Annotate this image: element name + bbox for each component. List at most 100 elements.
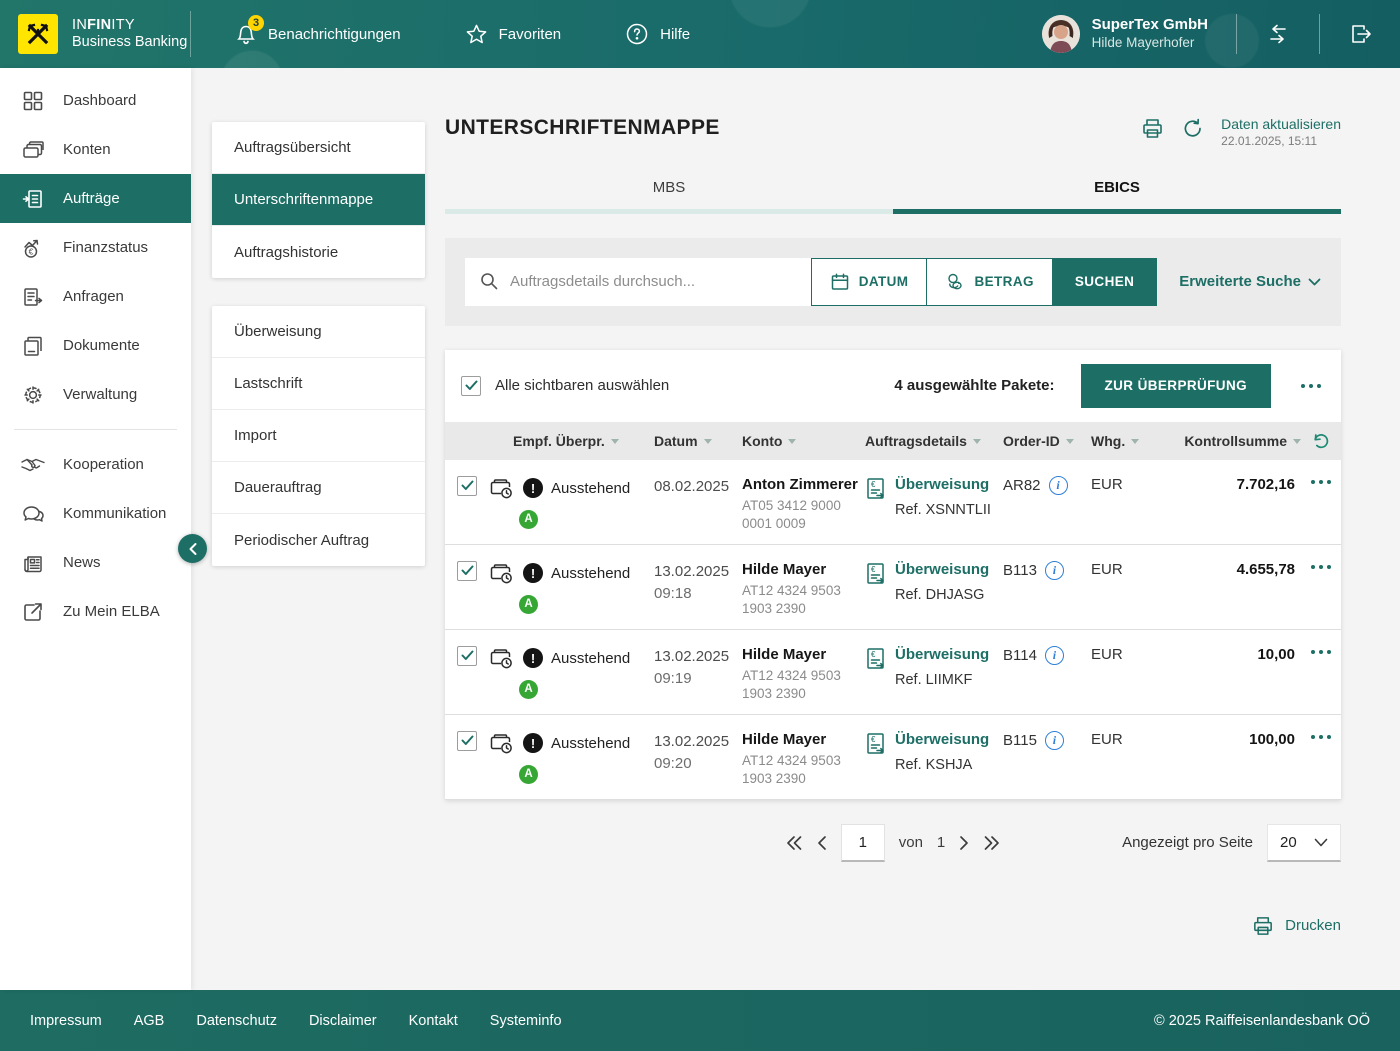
- sidebar-item-zu-mein-elba[interactable]: Zu Mein ELBA: [0, 587, 191, 636]
- control-sum: 7.702,16: [1173, 460, 1301, 493]
- print-icon: [1251, 914, 1275, 938]
- switch-user-button[interactable]: [1265, 22, 1291, 46]
- prev-page-button[interactable]: [817, 835, 827, 851]
- page-number-input[interactable]: [841, 824, 885, 862]
- betrag-filter-button[interactable]: BETRAG: [926, 258, 1052, 306]
- sort-caret-icon[interactable]: [973, 439, 981, 444]
- sidebar-item-verwaltung[interactable]: Verwaltung: [0, 370, 191, 419]
- per-page-value: 20: [1280, 834, 1297, 851]
- sort-caret-icon[interactable]: [1066, 439, 1074, 444]
- sort-caret-icon[interactable]: [1131, 439, 1139, 444]
- submenu-item-periodischer-auftrag[interactable]: Periodischer Auftrag: [212, 514, 425, 566]
- help-button[interactable]: Hilfe: [625, 22, 690, 46]
- print-link[interactable]: Drucken: [445, 914, 1341, 938]
- info-icon[interactable]: i: [1045, 731, 1064, 750]
- submenu-item-unterschriftenmappe[interactable]: Unterschriftenmappe: [212, 174, 425, 226]
- submenu-item-auftragshistorie[interactable]: Auftragshistorie: [212, 226, 425, 278]
- row-actions-button[interactable]: [1307, 646, 1335, 658]
- first-page-button[interactable]: [785, 835, 803, 851]
- row-actions-button[interactable]: [1307, 731, 1335, 743]
- per-page-select[interactable]: 20: [1267, 824, 1341, 862]
- zur-ueberpruefung-button[interactable]: ZUR ÜBERPRÜFUNG: [1081, 364, 1272, 408]
- column-header-konto[interactable]: Konto: [742, 433, 782, 449]
- order-type-link[interactable]: Überweisung: [895, 561, 989, 578]
- star-icon: [465, 23, 488, 45]
- account-iban: AT12 4324 9503 1903 2390: [742, 582, 854, 618]
- table-row[interactable]: ! Ausstehend A 13.02.202509:18 Hilde May…: [445, 545, 1341, 630]
- sidebar-item-news[interactable]: News: [0, 538, 191, 587]
- sort-caret-icon[interactable]: [704, 439, 712, 444]
- order-type-link[interactable]: Überweisung: [895, 476, 991, 493]
- tab-mbs[interactable]: MBS: [445, 179, 893, 214]
- column-header-datum[interactable]: Datum: [654, 433, 698, 449]
- info-icon[interactable]: i: [1049, 476, 1068, 495]
- order-type-link[interactable]: Überweisung: [895, 731, 989, 748]
- column-header-kontrollsumme[interactable]: Kontrollsumme: [1184, 433, 1287, 449]
- footer-link-datenschutz[interactable]: Datenschutz: [196, 1013, 277, 1029]
- avatar[interactable]: [1042, 15, 1080, 53]
- order-type-link[interactable]: Überweisung: [895, 646, 989, 663]
- chevron-down-icon: [1308, 278, 1321, 286]
- submenu-item-lastschrift[interactable]: Lastschrift: [212, 358, 425, 410]
- last-page-button[interactable]: [983, 835, 1001, 851]
- submenu-item-dauerauftrag[interactable]: Dauerauftrag: [212, 462, 425, 514]
- sidebar-item-auftraege[interactable]: Aufträge: [0, 174, 191, 223]
- footer-link-impressum[interactable]: Impressum: [30, 1013, 102, 1029]
- advanced-search-link[interactable]: Erweiterte Suche: [1179, 273, 1321, 290]
- row-checkbox[interactable]: [457, 646, 477, 666]
- info-icon[interactable]: i: [1045, 646, 1064, 665]
- submenu-item-auftragsuebersicht[interactable]: Auftragsübersicht: [212, 122, 425, 174]
- row-checkbox[interactable]: [457, 561, 477, 581]
- column-header-empf-ueberpr[interactable]: Empf. Überpr.: [513, 433, 605, 449]
- favorites-button[interactable]: Favoriten: [465, 23, 562, 45]
- footer-link-systeminfo[interactable]: Systeminfo: [490, 1013, 562, 1029]
- footer-link-agb[interactable]: AGB: [134, 1013, 165, 1029]
- column-header-whg[interactable]: Whg.: [1091, 433, 1125, 449]
- sidebar-item-dokumente[interactable]: Dokumente: [0, 321, 191, 370]
- row-actions-button[interactable]: [1307, 476, 1335, 488]
- select-all-checkbox[interactable]: [461, 376, 481, 396]
- submenu-item-import[interactable]: Import: [212, 410, 425, 462]
- sidebar-item-kommunikation[interactable]: Kommunikation: [0, 489, 191, 538]
- sidebar-item-anfragen[interactable]: Anfragen: [0, 272, 191, 321]
- search-input[interactable]: [510, 273, 798, 290]
- print-icon[interactable]: [1140, 116, 1165, 141]
- datum-filter-button[interactable]: DATUM: [811, 258, 928, 306]
- more-actions-button[interactable]: [1297, 380, 1325, 392]
- row-actions-button[interactable]: [1307, 561, 1335, 573]
- svg-text:€: €: [871, 480, 876, 489]
- tab-ebics[interactable]: EBICS: [893, 179, 1341, 214]
- column-header-auftragsdetails[interactable]: Auftragsdetails: [865, 433, 967, 449]
- authorization-badge: A: [519, 680, 538, 699]
- submenu-item-ueberweisung[interactable]: Überweisung: [212, 306, 425, 358]
- sort-caret-icon[interactable]: [788, 439, 796, 444]
- sort-caret-icon[interactable]: [1293, 439, 1301, 444]
- sidebar-collapse-button[interactable]: [178, 534, 207, 563]
- sidebar-item-kooperation[interactable]: Kooperation: [0, 440, 191, 489]
- table-row[interactable]: ! Ausstehend A 08.02.2025 Anton Zimmerer…: [445, 460, 1341, 545]
- main-panel: UNTERSCHRIFTENMAPPE Daten akt: [445, 116, 1341, 990]
- refresh-data-link[interactable]: Daten aktualisieren: [1221, 116, 1341, 134]
- table-row[interactable]: ! Ausstehend A 13.02.202509:19 Hilde May…: [445, 630, 1341, 715]
- row-checkbox[interactable]: [457, 731, 477, 751]
- refresh-icon[interactable]: [1181, 116, 1205, 140]
- sidebar-item-dashboard[interactable]: Dashboard: [0, 76, 191, 125]
- raiffeisen-logo-icon: [18, 14, 58, 54]
- account-name: Hilde Mayer: [742, 561, 865, 578]
- column-header-order-id[interactable]: Order-ID: [1003, 433, 1060, 449]
- logout-button[interactable]: [1348, 21, 1374, 47]
- sidebar-item-konten[interactable]: Konten: [0, 125, 191, 174]
- suchen-button[interactable]: SUCHEN: [1052, 258, 1157, 306]
- footer-link-kontakt[interactable]: Kontakt: [409, 1013, 458, 1029]
- sort-caret-icon[interactable]: [611, 439, 619, 444]
- footer-link-disclaimer[interactable]: Disclaimer: [309, 1013, 377, 1029]
- row-checkbox[interactable]: [457, 476, 477, 496]
- content-area: Auftragsübersicht Unterschriftenmappe Au…: [191, 68, 1400, 990]
- row-date: 08.02.2025: [654, 476, 742, 499]
- table-row[interactable]: ! Ausstehend A 13.02.202509:20 Hilde May…: [445, 715, 1341, 800]
- notifications-button[interactable]: 3 Benachrichtigungen: [235, 22, 401, 46]
- info-icon[interactable]: i: [1045, 561, 1064, 580]
- reset-sort-button[interactable]: [1301, 431, 1341, 451]
- next-page-button[interactable]: [959, 835, 969, 851]
- sidebar-item-finanzstatus[interactable]: € Finanzstatus: [0, 223, 191, 272]
